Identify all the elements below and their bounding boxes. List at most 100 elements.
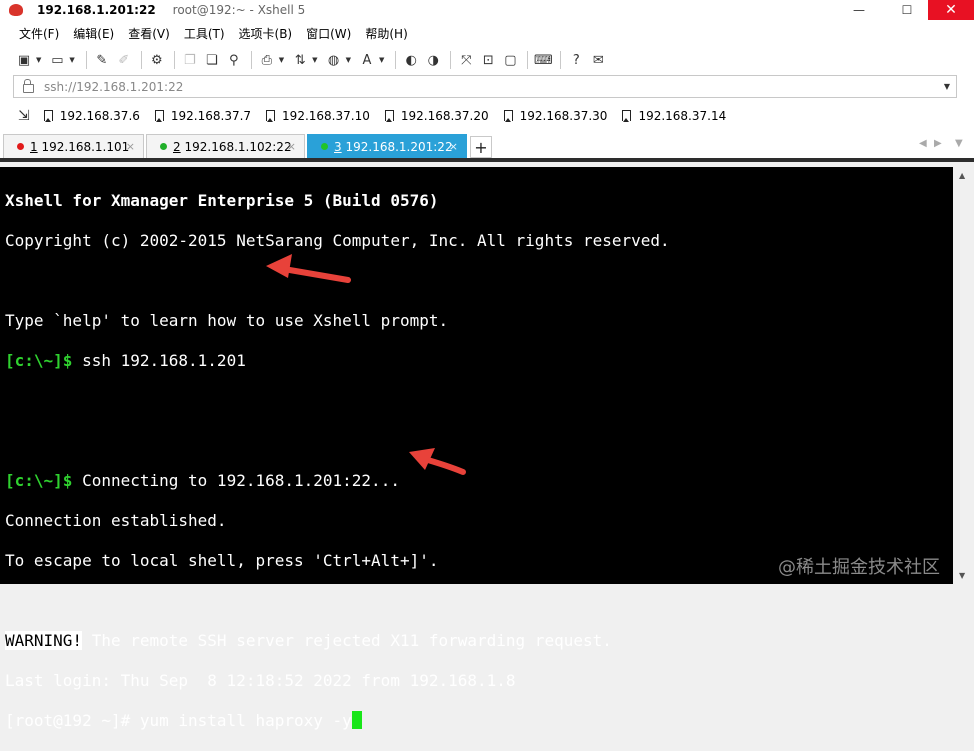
session-tab-bar: 1 192.168.1.101 × 2 192.168.1.102:22 × 3… [0,131,974,162]
terminal-cursor [351,711,362,729]
address-input[interactable]: ssh://192.168.1.201:22 ▼ [13,75,957,98]
transfer-dropdown-icon[interactable]: ▼ [312,56,317,64]
new-session-icon[interactable]: ▣ [14,50,34,70]
tab-session-2[interactable]: 2 192.168.1.102:22 × [146,134,305,158]
chat-icon[interactable]: ✉ [588,50,608,70]
tab-close-icon[interactable]: × [449,140,458,153]
toolbar-divider [140,51,142,69]
scroll-up-icon[interactable]: ▲ [959,171,965,180]
new-session-dropdown-icon[interactable]: ▼ [36,56,41,64]
status-dot-icon [321,143,328,150]
xftp-icon[interactable]: ◑ [423,50,443,70]
xmanager-icon[interactable]: ◐ [401,50,421,70]
tab-number: 1 [30,139,38,154]
xshell-logo-icon [9,4,23,16]
link-item[interactable]: 192.168.37.14 [622,109,726,123]
terminal-line: Xshell for Xmanager Enterprise 5 (Build … [5,191,439,210]
menu-file[interactable]: 文件(F) [12,25,66,42]
print-dropdown-icon[interactable]: ▼ [279,56,284,64]
paste-icon[interactable]: ❏ [202,50,222,70]
transparency-icon[interactable]: ▢ [500,50,520,70]
link-label: 192.168.37.7 [170,108,252,123]
menu-tabs[interactable]: 选项卡(B) [232,25,300,42]
find-icon[interactable]: ⚲ [224,50,244,70]
menu-tools[interactable]: 工具(T) [177,25,232,42]
bookmark-icon [266,110,276,122]
minimize-button[interactable]: — [844,0,874,20]
print-icon[interactable]: ⎙ [257,50,277,70]
toolbar-divider [450,51,452,69]
tab-close-icon[interactable]: × [287,140,296,153]
menu-window[interactable]: 窗口(W) [299,25,358,42]
tab-number: 3 [334,139,342,154]
font-dropdown-icon[interactable]: ▼ [379,56,384,64]
help-icon[interactable]: ? [566,50,586,70]
terminal-line: Copyright (c) 2002-2015 NetSarang Comput… [5,231,670,250]
tab-close-icon[interactable]: × [126,140,135,153]
maximize-button[interactable]: ☐ [892,0,922,20]
encoding-dropdown-icon[interactable]: ▼ [346,56,351,64]
link-item[interactable]: 192.168.37.6 [43,109,140,123]
address-dropdown-icon[interactable]: ▼ [944,82,950,91]
toolbar: ▣ ▼ ▭ ▼ ✎ ✐ ⚙ ❐ ❏ ⚲ ⎙ ▼ ⇅ ▼ ◍ ▼ A ▼ ◐ ◑ ⤧ ⊡ ▢ … [0,47,974,73]
properties-icon[interactable]: ⚙ [147,50,167,70]
disconnect-icon[interactable]: ✐ [114,50,134,70]
scroll-down-icon[interactable]: ▼ [959,571,965,580]
link-label: 192.168.37.20 [400,108,489,123]
menu-edit[interactable]: 编辑(E) [66,25,121,42]
close-window-button[interactable]: ✕ [928,0,974,20]
ssh-command: ssh 192.168.1.201 [72,351,246,370]
bookmark-icon [43,110,53,122]
copy-icon[interactable]: ❐ [180,50,200,70]
open-dropdown-icon[interactable]: ▼ [69,56,74,64]
link-item[interactable]: 192.168.37.30 [503,108,608,123]
menu-view[interactable]: 查看(V) [121,25,177,42]
link-item[interactable]: 192.168.37.20 [384,108,489,123]
bookmark-icon [384,110,394,122]
keyboard-icon[interactable]: ⌨ [533,50,553,70]
tab-number: 2 [173,139,181,154]
address-bar: ssh://192.168.1.201:22 ▼ [0,73,974,100]
connecting-text: Connecting to 192.168.1.201:22... [72,471,400,490]
globe-icon[interactable]: ◍ [324,50,344,70]
lock-icon[interactable]: ⊡ [478,50,498,70]
font-icon[interactable]: A [357,50,377,70]
toolbar-divider [527,51,529,69]
annotation-arrow-1 [266,254,351,283]
terminal-line: WARNING! The remote SSH server rejected … [5,631,953,651]
tab-list-icon[interactable]: ▼ [955,138,963,149]
terminal-scrollbar[interactable]: ▲ ▼ [953,167,974,584]
lock-icon [23,79,34,93]
reconnect-icon[interactable]: ✎ [92,50,112,70]
link-item[interactable]: 192.168.37.7 [154,108,252,123]
fullscreen-icon[interactable]: ⤧ [456,50,476,70]
link-item[interactable]: 192.168.37.10 [266,109,370,123]
terminal-line: [c:\~]$ ssh 192.168.1.201 [5,351,953,371]
address-value: ssh://192.168.1.201:22 [44,79,184,94]
transfer-icon[interactable]: ⇅ [290,50,310,70]
menu-help[interactable]: 帮助(H) [358,25,414,42]
link-label: 192.168.37.30 [519,108,608,123]
tab-session-3[interactable]: 3 192.168.1.201:22 × [307,134,467,158]
tab-session-1[interactable]: 1 192.168.1.101 × [3,134,144,158]
open-folder-icon[interactable]: ▭ [47,50,67,70]
toolbar-divider [395,51,397,69]
tab-scroll-right-icon[interactable]: ▶ [934,138,942,149]
bookmark-icon [622,110,632,122]
new-tab-button[interactable]: + [470,136,492,158]
status-dot-icon [17,143,24,150]
tab-scroll-left-icon[interactable]: ◀ [919,138,927,149]
warning-text: The remote SSH server rejected X11 forwa… [82,631,612,650]
links-bar-icon[interactable]: ⇲ [18,108,30,124]
terminal-output[interactable]: Xshell for Xmanager Enterprise 5 (Build … [0,167,953,730]
title-bar: 192.168.1.201:22 root@192:~ - Xshell 5 —… [0,0,974,20]
annotation-arrow-2 [409,448,466,475]
bookmark-icon [503,110,513,122]
remote-prompt-command: [root@192 ~]# yum install haproxy -y [5,711,352,730]
toolbar-divider [560,51,562,69]
links-bar: ⇲ 192.168.37.6 192.168.37.7 192.168.37.1… [0,100,974,131]
terminal-line: Last login: Thu Sep 8 12:18:52 2022 from… [5,671,516,690]
